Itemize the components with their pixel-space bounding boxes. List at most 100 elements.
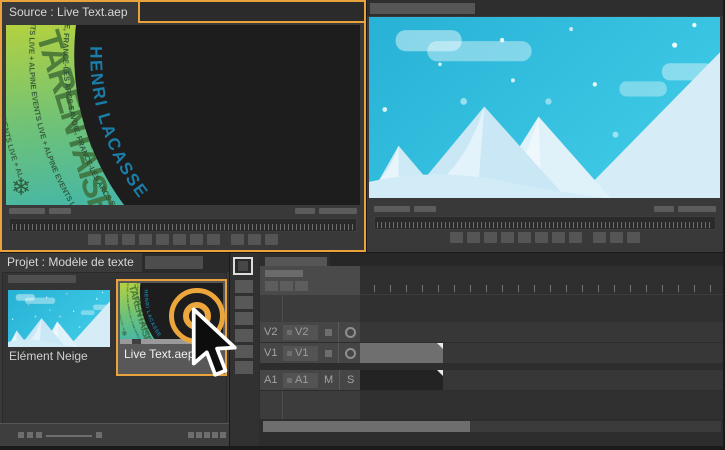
new-bin-icon[interactable] — [204, 432, 210, 438]
transport-button[interactable] — [501, 232, 514, 243]
timeline-scrollbar-thumb[interactable] — [263, 421, 470, 432]
play-button[interactable] — [173, 234, 186, 245]
project-status-bar — [0, 423, 229, 446]
program-tab-bar — [367, 0, 723, 16]
project-item-element-neige[interactable] — [8, 290, 110, 347]
divider — [338, 322, 339, 342]
transport-button[interactable] — [467, 232, 480, 243]
timeline-settings-icon[interactable] — [295, 281, 308, 291]
track-lock-group-v2[interactable]: V2 — [283, 324, 318, 340]
transport-button[interactable] — [105, 234, 118, 245]
sequence-timecode-placeholder — [265, 270, 303, 277]
freeform-view-icon[interactable] — [36, 432, 42, 438]
source-tab-bar-spacer — [139, 2, 364, 23]
program-info-bar — [374, 205, 716, 213]
audio-clip-a1[interactable] — [360, 370, 443, 390]
transport-button[interactable] — [610, 232, 623, 243]
sync-lock-icon[interactable] — [287, 377, 292, 383]
transport-button[interactable] — [190, 234, 203, 245]
transport-button[interactable] — [593, 232, 606, 243]
divider — [339, 370, 340, 390]
automate-icon[interactable] — [188, 432, 194, 438]
toggle-track-output-icon[interactable] — [345, 347, 356, 359]
zoom-slider[interactable] — [46, 435, 92, 437]
source-info-bar — [9, 207, 357, 215]
transport-button[interactable] — [122, 234, 135, 245]
duration-placeholder — [319, 208, 357, 214]
track-target-v2[interactable]: V2 — [264, 326, 283, 338]
delete-icon[interactable] — [220, 432, 226, 438]
track-lane-empty — [360, 295, 723, 322]
find-icon[interactable] — [196, 432, 202, 438]
track-header-v2[interactable]: V2 V2 — [260, 322, 360, 342]
sync-lock-icon[interactable] — [287, 350, 292, 356]
item-label-live-text[interactable]: Live Text.aep — [124, 347, 195, 361]
duration-placeholder — [654, 206, 674, 212]
transport-button[interactable] — [450, 232, 463, 243]
play-button[interactable] — [535, 232, 548, 243]
program-viewer[interactable] — [369, 17, 720, 198]
nest-toggle-icon[interactable] — [265, 281, 278, 291]
track-select-tool[interactable] — [235, 280, 253, 293]
project-tab-placeholder[interactable] — [144, 256, 203, 269]
search-input-placeholder[interactable] — [8, 275, 76, 283]
track-lock-icon[interactable] — [325, 349, 332, 357]
solo-track-button[interactable]: S — [347, 374, 354, 386]
program-tab-placeholder[interactable] — [370, 3, 475, 14]
snap-toggle-icon[interactable] — [280, 281, 293, 291]
transport-button[interactable] — [207, 234, 220, 245]
icon-view-icon[interactable] — [27, 432, 33, 438]
track-lock-group-v1[interactable]: V1 — [283, 345, 318, 361]
source-viewer[interactable] — [6, 25, 360, 205]
timeline-ruler[interactable] — [360, 266, 723, 295]
fit-menu-placeholder[interactable] — [414, 206, 436, 212]
zoom-slider-handle[interactable] — [96, 432, 102, 438]
program-time-ruler[interactable] — [374, 216, 716, 230]
track-target-a1[interactable]: A1 — [264, 374, 283, 386]
mouse-cursor-icon — [191, 307, 237, 377]
transport-button[interactable] — [552, 232, 565, 243]
track-lock-icon[interactable] — [325, 328, 332, 336]
timeline-tab-bar-spacer — [330, 253, 723, 266]
selection-tool-active[interactable] — [233, 257, 253, 275]
track-header-empty — [260, 391, 360, 419]
timecode-placeholder — [9, 208, 45, 214]
source-monitor-panel: Source : Live Text.aep — [0, 0, 366, 252]
source-tab-bar: Source : Live Text.aep — [2, 2, 364, 23]
new-item-icon[interactable] — [212, 432, 218, 438]
transport-button[interactable] — [88, 234, 101, 245]
transport-button[interactable] — [569, 232, 582, 243]
track-target-v1[interactable]: V1 — [264, 347, 283, 359]
item-label-element-neige[interactable]: Elément Neige — [9, 349, 88, 363]
track-header-v1[interactable]: V1 V1 — [260, 343, 360, 363]
transport-button[interactable] — [231, 234, 244, 245]
transport-button[interactable] — [139, 234, 152, 245]
scrubber-handle[interactable] — [132, 339, 141, 344]
track-lane-v2[interactable] — [360, 322, 723, 342]
transport-button[interactable] — [484, 232, 497, 243]
live-text-artwork — [6, 25, 360, 205]
fit-menu-placeholder[interactable] — [49, 208, 71, 214]
track-header-a1[interactable]: A1 A1 M S — [260, 370, 360, 390]
tab-projet-modele-de-texte[interactable]: Projet : Modèle de texte — [0, 253, 142, 272]
transport-button[interactable] — [248, 234, 261, 245]
track-lock-group-a1[interactable]: A1 — [283, 372, 318, 388]
transport-button[interactable] — [518, 232, 531, 243]
program-transport-controls — [367, 232, 723, 243]
mute-track-button[interactable]: M — [324, 374, 333, 386]
toggle-track-output-icon[interactable] — [345, 326, 356, 338]
timeline-scrollbar[interactable] — [263, 421, 721, 432]
transport-button[interactable] — [265, 234, 278, 245]
timeline-header — [260, 266, 360, 295]
snow-scene-artwork — [369, 17, 720, 198]
source-time-ruler[interactable] — [9, 218, 357, 232]
transport-button[interactable] — [627, 232, 640, 243]
video-clip-v1[interactable] — [360, 343, 443, 363]
list-view-icon[interactable] — [18, 432, 24, 438]
sync-lock-icon[interactable] — [287, 329, 292, 335]
source-transport-controls — [2, 234, 364, 245]
transport-button[interactable] — [156, 234, 169, 245]
tab-source-live-text[interactable]: Source : Live Text.aep — [2, 2, 140, 23]
timecode-placeholder — [374, 206, 410, 212]
track-name-v2: V2 — [295, 326, 309, 338]
